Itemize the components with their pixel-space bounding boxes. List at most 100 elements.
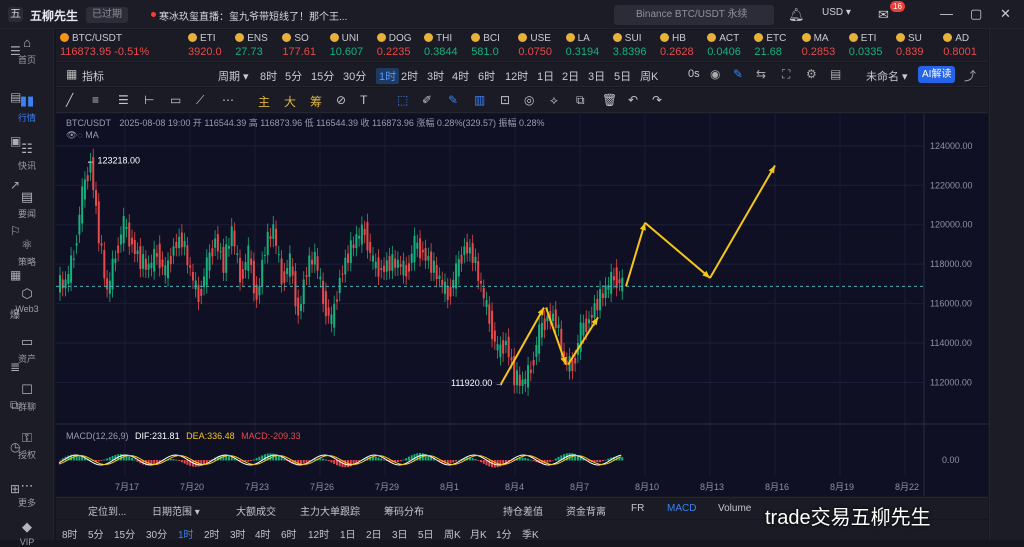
ticker-item[interactable]: ETI 0.0335 — [848, 32, 893, 58]
search-input[interactable]: Binance BTC/USDT 永续 — [614, 5, 774, 25]
ticker-item[interactable]: AD 0.8001 — [943, 32, 987, 58]
bottom-tab-7[interactable]: FR — [631, 503, 644, 514]
horizontal-lines-tool-icon[interactable]: ☰ — [118, 93, 129, 107]
period-3[interactable]: 30分 — [343, 68, 366, 84]
bottom-period-16[interactable]: 1分 — [496, 526, 512, 541]
ticker-item[interactable]: SO 177.61 — [282, 32, 326, 58]
bottom-tab-2[interactable]: 大额成交 — [236, 503, 276, 518]
period-5[interactable]: 2时 — [401, 68, 418, 84]
rectangle-tool-icon[interactable]: ▭ — [170, 93, 181, 107]
undo-icon[interactable]: ↶ — [628, 93, 638, 107]
news-icon[interactable]: ▣ — [10, 134, 24, 148]
period-2[interactable]: 15分 — [311, 68, 334, 84]
price-chart[interactable]: 112000.00 114000.00 116000.00 118000.00 1200… — [56, 114, 988, 496]
currency-select[interactable]: USD ▾ — [822, 7, 851, 18]
bottom-tab-6[interactable]: 资金背离 — [566, 503, 606, 518]
nav-item-2[interactable]: ☷ 快讯 — [0, 142, 54, 172]
period-14[interactable]: 周K — [640, 68, 658, 84]
clock-icon[interactable]: ◷ — [10, 440, 24, 454]
nav-item-6[interactable]: ▭ 资产 — [0, 335, 54, 365]
ticker-item[interactable]: BCI 581.0 — [471, 32, 515, 58]
menu-icon[interactable]: ≣ — [10, 360, 24, 374]
bottom-period-12[interactable]: 3日 — [392, 526, 408, 541]
ticker-item[interactable]: UNI 10.607 — [329, 32, 374, 58]
bottom-period-1[interactable]: 5分 — [88, 526, 104, 541]
tool-chips[interactable]: 筹 — [310, 93, 322, 110]
nav-item-7[interactable]: ☐ 群聊 — [0, 383, 54, 413]
tool-main[interactable]: 主 — [258, 93, 270, 110]
period-7[interactable]: 4时 — [452, 68, 469, 84]
close-button[interactable]: ✕ — [1000, 6, 1011, 22]
nav-item-9[interactable]: ⋯ 更多 — [0, 479, 54, 509]
nav-item-5[interactable]: ⬡ Web3 — [0, 287, 54, 315]
bottom-period-8[interactable]: 6时 — [281, 526, 297, 541]
delete-icon[interactable]: 🗑︎ — [602, 93, 617, 107]
indicators-button[interactable]: 指标 — [82, 68, 104, 84]
bottom-tab-5[interactable]: 持仓差值 — [503, 503, 543, 518]
layout-icon[interactable]: ▤ — [830, 67, 841, 81]
more-tools-icon[interactable]: ⋯ — [222, 93, 234, 107]
period-10[interactable]: 1日 — [537, 68, 554, 84]
bottom-tab-0[interactable]: 定位到... — [88, 503, 126, 518]
ticker-item[interactable]: MA 0.2853 — [801, 32, 846, 58]
period-8[interactable]: 6时 — [478, 68, 495, 84]
notification-bell-icon[interactable]: 🔔︎ — [788, 7, 805, 22]
live-broadcast-link[interactable]: 寒冰玖玺直播：玺九爷带短线了！那个王... — [159, 8, 347, 23]
bottom-period-11[interactable]: 2日 — [366, 526, 382, 541]
settings-icon[interactable]: ⚙ — [806, 67, 817, 81]
redo-icon[interactable]: ↷ — [652, 93, 662, 107]
period-13[interactable]: 5日 — [614, 68, 631, 84]
eye-icon[interactable]: ◎ — [524, 93, 534, 107]
bottom-period-2[interactable]: 15分 — [114, 526, 135, 541]
ticker-item[interactable]: HB 0.2628 — [660, 32, 704, 58]
ticker-item[interactable]: USE 0.0750 — [518, 32, 562, 58]
ticker-item[interactable]: SUI 3.8396 — [612, 32, 657, 58]
ray-tool-icon[interactable]: ⟋ — [196, 93, 204, 108]
period-11[interactable]: 2日 — [562, 68, 579, 84]
edit-icon[interactable]: ✎ — [733, 67, 743, 81]
period-6[interactable]: 3时 — [427, 68, 444, 84]
brush-icon[interactable]: ⟡ — [550, 93, 558, 108]
parallel-lines-tool-icon[interactable]: ≡ — [92, 93, 99, 107]
mail-icon[interactable]: ✉︎ — [878, 7, 889, 23]
layers-right-icon[interactable]: ⧉ — [10, 398, 24, 412]
period-dropdown[interactable]: 周期 ▾ — [218, 68, 249, 84]
bottom-period-15[interactable]: 月K — [470, 526, 487, 541]
ticker-item[interactable]: ETI 3920.0 — [188, 32, 232, 58]
share-icon[interactable]: ⤴ — [964, 67, 976, 84]
watchlist-icon[interactable]: ☰ — [10, 44, 24, 58]
bottom-tab-3[interactable]: 主力大单跟踪 — [300, 503, 360, 518]
bottom-period-14[interactable]: 周K — [444, 526, 461, 541]
cursor-icon[interactable]: ⬚ — [397, 93, 408, 107]
calendar-icon[interactable]: ▦ — [10, 268, 24, 282]
trend-icon[interactable]: ↗ — [10, 178, 24, 192]
nav-item-1[interactable]: ▮▮ 行情 — [0, 94, 54, 124]
nav-item-3[interactable]: ▤ 要闻 — [0, 190, 54, 220]
bottom-tab-9[interactable]: Volume — [718, 503, 751, 514]
tool-large[interactable]: 大 — [284, 93, 296, 110]
period-9[interactable]: 12时 — [505, 68, 528, 84]
refresh-interval[interactable]: 0s — [688, 68, 700, 80]
bottom-tab-8[interactable]: MACD — [667, 503, 696, 514]
nav-item-4[interactable]: ⚛ 策略 — [0, 238, 54, 268]
text-tool-icon[interactable]: T — [360, 93, 367, 107]
grid-icon[interactable]: ⊞ — [10, 482, 24, 496]
ticker-item[interactable]: DOG 0.2235 — [376, 32, 421, 58]
period-0[interactable]: 8时 — [260, 68, 277, 84]
period-1[interactable]: 5分 — [285, 68, 302, 84]
ticker-main[interactable]: BTC/USDT 116873.95 -0.51% — [60, 32, 178, 58]
bottom-period-17[interactable]: 季K — [522, 526, 539, 541]
ai-analysis-button[interactable]: AI解读 — [918, 66, 956, 83]
ticker-item[interactable]: THI 0.3844 — [424, 32, 468, 58]
bottom-tab-1[interactable]: 日期范围 ▾ — [152, 503, 200, 518]
nav-item-10[interactable]: ◆ VIP — [0, 520, 54, 547]
fullscreen-icon[interactable]: ⛶ — [782, 67, 790, 82]
horizontal-line-tool-icon[interactable]: ⊢ — [144, 93, 154, 107]
nav-item-0[interactable]: ⌂ 首页 — [0, 36, 54, 66]
bottom-period-6[interactable]: 3时 — [230, 526, 246, 541]
layers-icon[interactable]: ⧉ — [576, 93, 585, 108]
pen-tool-icon[interactable]: ✎ — [448, 93, 458, 107]
compare-icon[interactable]: ⇆ — [756, 67, 766, 81]
expand-text[interactable]: 爆 — [10, 306, 24, 321]
bars-pattern-icon[interactable]: ▥ — [474, 93, 485, 107]
